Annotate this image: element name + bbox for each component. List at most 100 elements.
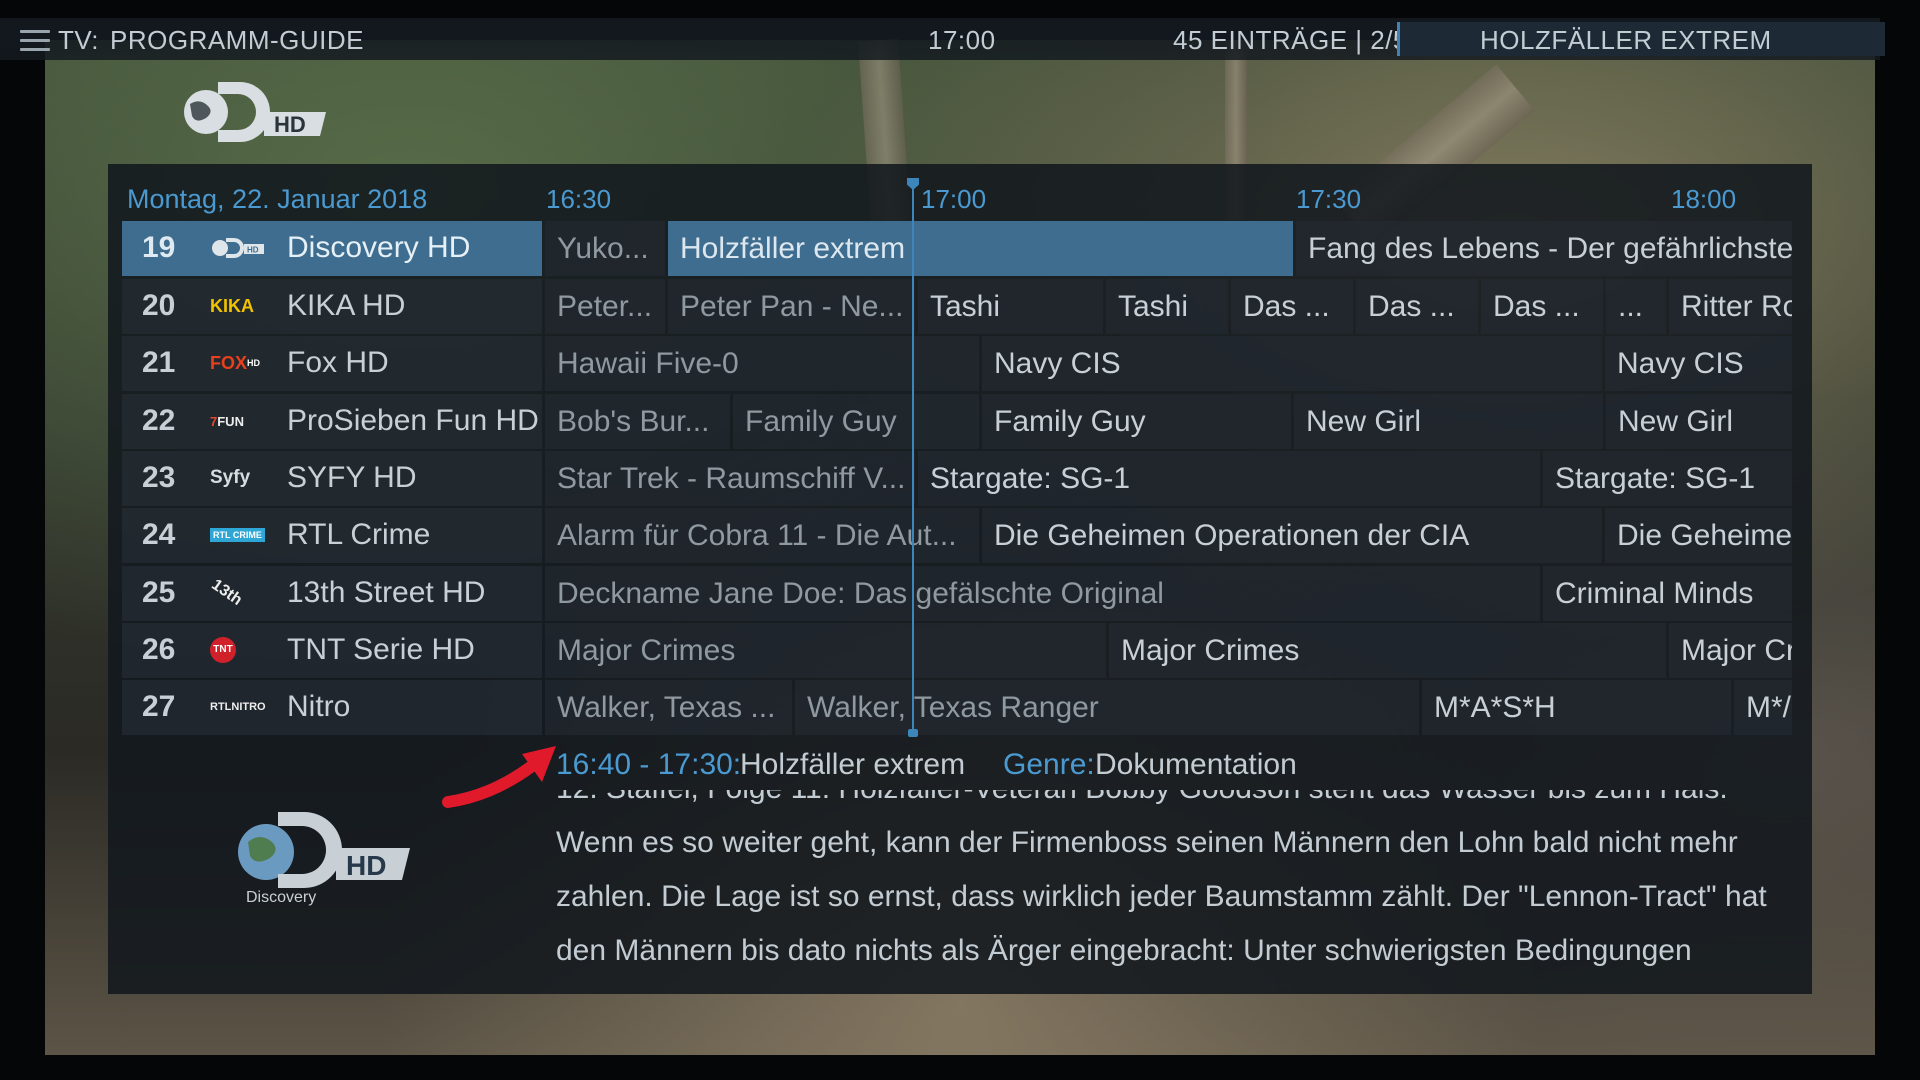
channel-number: 26 (142, 633, 176, 666)
hd-text: HD (346, 850, 386, 881)
program-cell[interactable]: Peter... (545, 279, 665, 334)
program-cell[interactable]: Fang des Lebens - Der gefährlichste J (1296, 221, 1792, 276)
channel-number: 25 (142, 576, 176, 609)
program-cell[interactable]: Das ... (1231, 279, 1353, 334)
program-cell[interactable]: New Girl (1606, 394, 1792, 449)
genre-value: Dokumentation (1095, 748, 1297, 781)
program-cell[interactable]: Tashi (918, 279, 1103, 334)
program-cell[interactable]: Major Crimes (1109, 623, 1666, 678)
tnt-logo-icon: TNT (210, 636, 270, 664)
program-cell[interactable]: Das ... (1481, 279, 1603, 334)
hd-text: HD (247, 246, 259, 255)
program-cell[interactable]: Major Cr (1669, 623, 1792, 678)
channel-number: 19 (142, 231, 176, 264)
selected-program-title: HOLZFÄLLER EXTREM (1480, 25, 1772, 55)
channel-name: TNT Serie HD (287, 633, 475, 666)
clock: 17:00 (928, 25, 996, 55)
section-label: TV: (58, 25, 99, 55)
channel-name: SYFY HD (287, 461, 417, 494)
program-cell[interactable]: Stargate: SG-1 (1543, 451, 1792, 506)
channel-name: KIKA HD (287, 289, 406, 322)
channel-cell[interactable]: 25 13th 13th Street HD (122, 566, 542, 621)
13th-street-logo-icon: 13th (208, 576, 246, 609)
rtl-crime-logo-icon: RTL CRIME (210, 521, 270, 549)
channel-name: ProSieben Fun HD (287, 404, 539, 437)
channel-number: 24 (142, 518, 176, 551)
program-cell[interactable]: M*A*S*H (1422, 680, 1731, 735)
program-cell[interactable]: Peter Pan - Ne... (668, 279, 915, 334)
guide-date: Montag, 22. Januar 2018 (127, 184, 428, 214)
channel-row-rtl-crime[interactable]: 24 RTL CRIME RTL Crime Alarm für Cobra 1… (122, 508, 1792, 563)
discovery-hd-logo-icon: HD Discovery (238, 812, 410, 906)
kika-logo-icon: KIKA (210, 295, 254, 316)
program-cell[interactable]: ... (1606, 279, 1666, 334)
top-bar: TV: PROGRAMM-GUIDE 17:00 45 EINTRÄGE | 2… (0, 18, 1885, 60)
program-time: 16:40 - 17:30: (556, 748, 742, 781)
channel-cell[interactable]: 24 RTL CRIME RTL Crime (122, 508, 542, 563)
program-cell[interactable]: New Girl (1294, 394, 1603, 449)
channel-cell[interactable]: 21 FOX HD Fox HD (122, 336, 542, 391)
entry-count: 45 EINTRÄGE | 2/5 (1173, 25, 1408, 55)
channel-number: 20 (142, 289, 176, 322)
program-cell[interactable]: M*/ (1734, 680, 1792, 735)
channel-cell[interactable]: 27 RTLNITRO Nitro (122, 680, 542, 735)
program-cell[interactable]: Yuko... (545, 221, 665, 276)
red-arrow-icon (442, 746, 556, 808)
program-description-box[interactable]: 12. Staffel, Folge 11: Holzfäller-Vetera… (556, 790, 1776, 970)
time-slot-1730: 17:30 (1296, 184, 1362, 214)
channel-number: 22 (142, 404, 176, 437)
channel-name: Nitro (287, 690, 351, 723)
program-cell[interactable]: Family Guy (982, 394, 1291, 449)
channel-row-kika[interactable]: 20 KIKA KIKA HD Peter... Peter Pan - Ne.… (122, 279, 1792, 334)
channel-cell[interactable]: 19 HD Discovery HD (122, 221, 542, 276)
program-cell[interactable]: Star Trek - Raumschiff V... (545, 451, 915, 506)
program-cell[interactable]: Navy CIS (1605, 336, 1792, 391)
channel-cell[interactable]: 22 7 FUN ProSieben Fun HD (122, 394, 542, 449)
discovery-logo-icon: HD (184, 82, 326, 142)
syfy-logo-icon: Syfy (210, 467, 251, 488)
channel-cell[interactable]: 23 Syfy SYFY HD (122, 451, 542, 506)
program-cell[interactable]: Ritter Ro (1669, 279, 1792, 334)
program-cell[interactable]: Walker, Texas ... (545, 680, 792, 735)
channel-number: 21 (142, 346, 176, 379)
channel-row-tnt-serie[interactable]: 26 TNT TNT Serie HD Major Crimes Major C… (122, 623, 1792, 678)
program-cell[interactable]: Tashi (1106, 279, 1228, 334)
time-slot-1700: 17:00 (921, 184, 987, 214)
channel-cell[interactable]: 20 KIKA KIKA HD (122, 279, 542, 334)
fox-logo-icon: FOX HD (210, 352, 261, 373)
program-cell[interactable]: Family Guy (733, 394, 979, 449)
program-cell-selected[interactable]: Holzfäller extrem (668, 221, 1293, 276)
channel-row-13th-street[interactable]: 25 13th 13th Street HD Deckname Jane Doe… (122, 566, 1792, 621)
program-cell[interactable]: Navy CIS (982, 336, 1602, 391)
time-slot-1630: 16:30 (546, 184, 612, 214)
channel-number: 27 (142, 690, 176, 723)
discovery-channel-icon: HD (210, 234, 270, 262)
program-cell[interactable]: Criminal Minds (1543, 566, 1792, 621)
program-cell[interactable]: Die Geheimen Operationen der CIA (982, 508, 1602, 563)
time-slot-1800: 18:00 (1671, 184, 1737, 214)
channel-row-fox[interactable]: 21 FOX HD Fox HD Hawaii Five-0 Navy CIS N… (122, 336, 1792, 391)
program-cell[interactable]: Bob's Bur... (545, 394, 730, 449)
channel-row-nitro[interactable]: 27 RTLNITRO Nitro Walker, Texas ... Walk… (122, 680, 1792, 735)
selected-program-box: HOLZFÄLLER EXTREM (1397, 22, 1885, 56)
program-cell[interactable]: Deckname Jane Doe: Das gefälschte Origin… (545, 566, 1540, 621)
channel-name: Discovery HD (287, 231, 471, 264)
channel-cell[interactable]: 26 TNT TNT Serie HD (122, 623, 542, 678)
nitro-logo-icon: RTLNITRO (210, 701, 266, 713)
program-cell[interactable]: Major Crimes (545, 623, 1106, 678)
program-title: Holzfäller extrem (740, 748, 966, 781)
program-description: 12. Staffel, Folge 11: Holzfäller-Vetera… (556, 790, 1767, 967)
channel-row-prosieben-fun[interactable]: 22 7 FUN ProSieben Fun HD Bob's Bur... Fa… (122, 394, 1792, 449)
program-cell[interactable]: Walker, Texas Ranger (795, 680, 1419, 735)
program-cell[interactable]: Stargate: SG-1 (918, 451, 1540, 506)
discovery-text: Discovery (246, 889, 316, 906)
program-cell[interactable]: Das ... (1356, 279, 1478, 334)
channel-name: RTL Crime (287, 518, 431, 551)
channel-row-syfy[interactable]: 23 Syfy SYFY HD Star Trek - Raumschiff V… (122, 451, 1792, 506)
channel-number: 23 (142, 461, 176, 494)
hd-text: HD (274, 112, 306, 137)
channel-row-discovery[interactable]: 19 HD Discovery HD Yuko... Holzfäller ex… (122, 221, 1792, 276)
menu-icon[interactable] (20, 30, 50, 52)
prosieben-fun-logo-icon: 7 FUN (210, 413, 244, 429)
program-cell[interactable]: Die Geheimer (1605, 508, 1792, 563)
